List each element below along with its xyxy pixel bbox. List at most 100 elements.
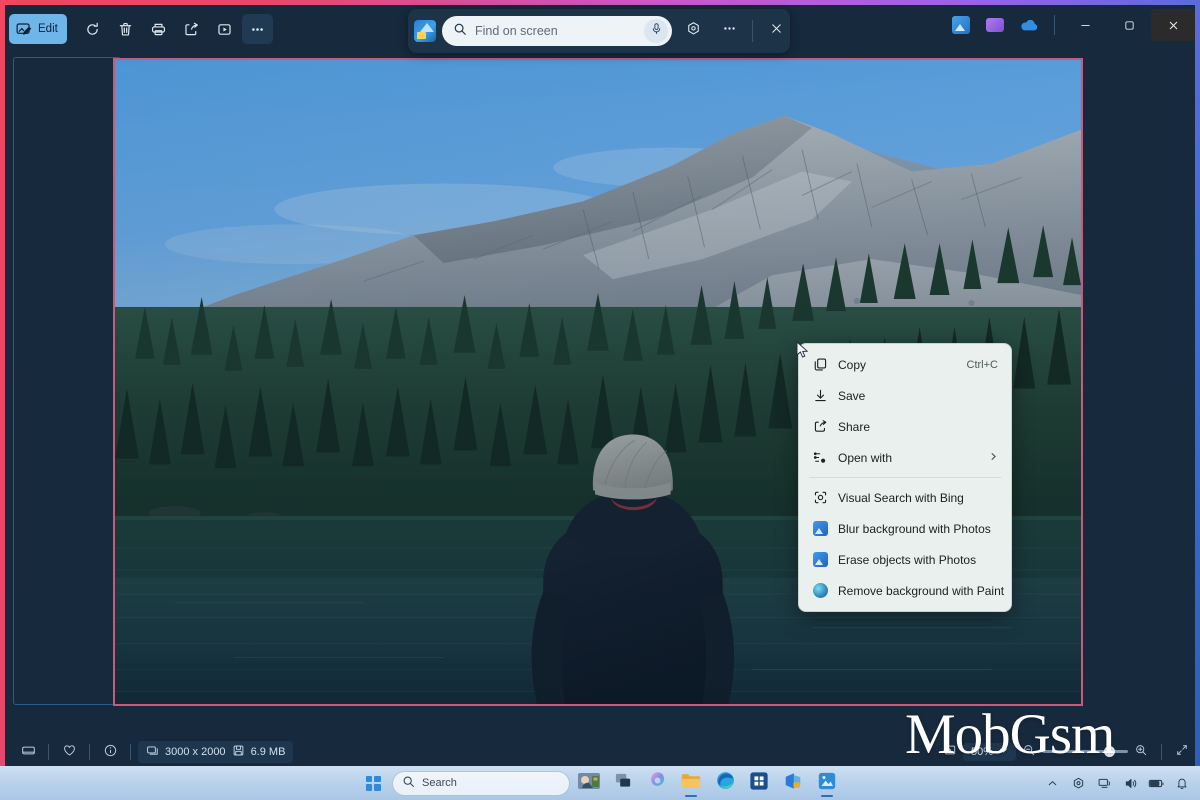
context-menu-label: Visual Search with Bing (838, 490, 964, 505)
copilot-icon (647, 770, 668, 796)
microphone-button[interactable] (644, 19, 668, 43)
photos-app-icon (812, 552, 828, 568)
screen: Edit Copy Ctrl+C Save Share Open with Vi… (0, 0, 1200, 800)
context-menu-label: Share (838, 419, 871, 434)
taskbar-search-box[interactable]: Search (392, 770, 570, 796)
slideshow-button[interactable] (209, 14, 240, 44)
widgets-weather-icon (577, 771, 601, 796)
taskbar-item-edge[interactable] (710, 770, 740, 797)
titlebar-purple-app-icon[interactable] (978, 8, 1012, 42)
context-menu[interactable]: Copy Ctrl+C Save Share Open with Visual … (798, 343, 1012, 612)
find-input-container[interactable] (442, 16, 672, 46)
taskbar-item-photos[interactable] (812, 770, 842, 797)
image-metadata: 3000 x 2000 6.9 MB (138, 740, 294, 763)
zoom-in-button[interactable] (1128, 740, 1154, 764)
context-menu-accelerator: Ctrl+C (966, 358, 998, 371)
caption-divider (1054, 15, 1055, 35)
edit-button[interactable]: Edit (9, 14, 67, 44)
share-button[interactable] (176, 14, 207, 44)
find-on-screen-bar[interactable] (408, 9, 790, 53)
zoom-in-icon (1134, 743, 1148, 760)
status-divider (1161, 743, 1162, 760)
microsoft-store-icon (749, 771, 769, 796)
close-icon (769, 21, 784, 41)
context-menu-item-visual-search[interactable]: Visual Search with Bing (803, 482, 1007, 513)
copilot-button[interactable] (678, 16, 708, 46)
info-button[interactable] (97, 740, 123, 764)
taskbar-center-group: Search (358, 770, 842, 797)
heart-icon (62, 743, 77, 761)
taskbar-item-file-explorer[interactable] (676, 770, 706, 797)
taskbar-item-microsoft-store[interactable] (744, 770, 774, 797)
context-menu-item-blur-background[interactable]: Blur background with Photos (803, 513, 1007, 544)
context-menu-item-open-with[interactable]: Open with (803, 442, 1007, 473)
window-controls (944, 5, 1195, 45)
find-close-button[interactable] (761, 16, 791, 46)
taskbar-item-task-view[interactable] (608, 770, 638, 797)
start-button[interactable] (358, 770, 388, 796)
close-button[interactable] (1151, 9, 1195, 41)
context-menu-label: Open with (838, 450, 893, 465)
microphone-icon (650, 22, 663, 40)
photos-window: Edit Copy Ctrl+C Save Share Open with Vi… (5, 5, 1195, 766)
print-button[interactable] (143, 14, 174, 44)
watermark: MobGsm (905, 703, 1115, 766)
see-more-button[interactable] (241, 14, 273, 44)
play-box-icon (216, 21, 233, 38)
photos-app-icon (812, 521, 828, 537)
context-menu-label: Copy (838, 357, 867, 372)
taskbar-item-office[interactable] (778, 770, 808, 797)
context-menu-item-share[interactable]: Share (803, 411, 1007, 442)
maximize-button[interactable] (1107, 9, 1151, 41)
titlebar-onedrive-icon[interactable] (1012, 8, 1046, 42)
photos-app-icon (952, 16, 970, 34)
context-menu-item-copy[interactable]: Copy Ctrl+C (803, 349, 1007, 380)
battery-button[interactable] (1144, 771, 1168, 795)
chevron-right-icon (989, 452, 998, 464)
context-menu-item-remove-background[interactable]: Remove background with Paint (803, 575, 1007, 606)
context-menu-separator (809, 477, 1001, 478)
filmstrip-toggle-button[interactable] (15, 740, 41, 764)
notification-button[interactable] (1170, 771, 1194, 795)
edit-button-label: Edit (38, 23, 58, 35)
window-accent-border: Edit Copy Ctrl+C Save Share Open with Vi… (0, 0, 1200, 766)
filmstrip-icon (21, 743, 36, 761)
purple-app-icon (986, 18, 1004, 32)
save-download-icon (812, 388, 828, 404)
favorite-button[interactable] (56, 740, 82, 764)
network-button[interactable] (1092, 771, 1116, 795)
volume-button[interactable] (1118, 771, 1142, 795)
delete-button[interactable] (110, 14, 141, 44)
show-hidden-icons-button[interactable] (1040, 771, 1064, 795)
taskbar-item-widgets[interactable] (574, 770, 604, 797)
visual-search-icon (812, 490, 828, 506)
fullscreen-button[interactable] (1169, 740, 1195, 764)
minimize-button[interactable] (1063, 9, 1107, 41)
ellipsis-icon (249, 21, 266, 38)
open-with-icon (812, 450, 828, 466)
photos-app-icon (817, 771, 837, 796)
tray-copilot-button[interactable] (1066, 771, 1090, 795)
rotate-button[interactable] (77, 14, 108, 44)
info-icon (103, 743, 118, 761)
context-menu-label: Blur background with Photos (838, 521, 991, 536)
copy-icon (812, 357, 828, 373)
find-on-screen-icon (414, 20, 436, 42)
find-bar-divider (752, 20, 753, 42)
status-divider (130, 743, 131, 760)
taskbar-item-copilot[interactable] (642, 770, 672, 797)
edit-image-icon (15, 21, 32, 38)
context-menu-item-erase-objects[interactable]: Erase objects with Photos (803, 544, 1007, 575)
titlebar-photos-icon[interactable] (944, 8, 978, 42)
search-input[interactable] (475, 24, 636, 38)
left-rail-panel (13, 57, 121, 705)
context-menu-label: Erase objects with Photos (838, 552, 977, 567)
trash-icon (117, 21, 134, 38)
system-tray (1040, 766, 1194, 800)
find-more-button[interactable] (714, 16, 744, 46)
printer-icon (150, 21, 167, 38)
context-menu-item-save[interactable]: Save (803, 380, 1007, 411)
status-divider (89, 743, 90, 760)
file-explorer-icon (680, 771, 702, 795)
office-icon (783, 771, 803, 796)
